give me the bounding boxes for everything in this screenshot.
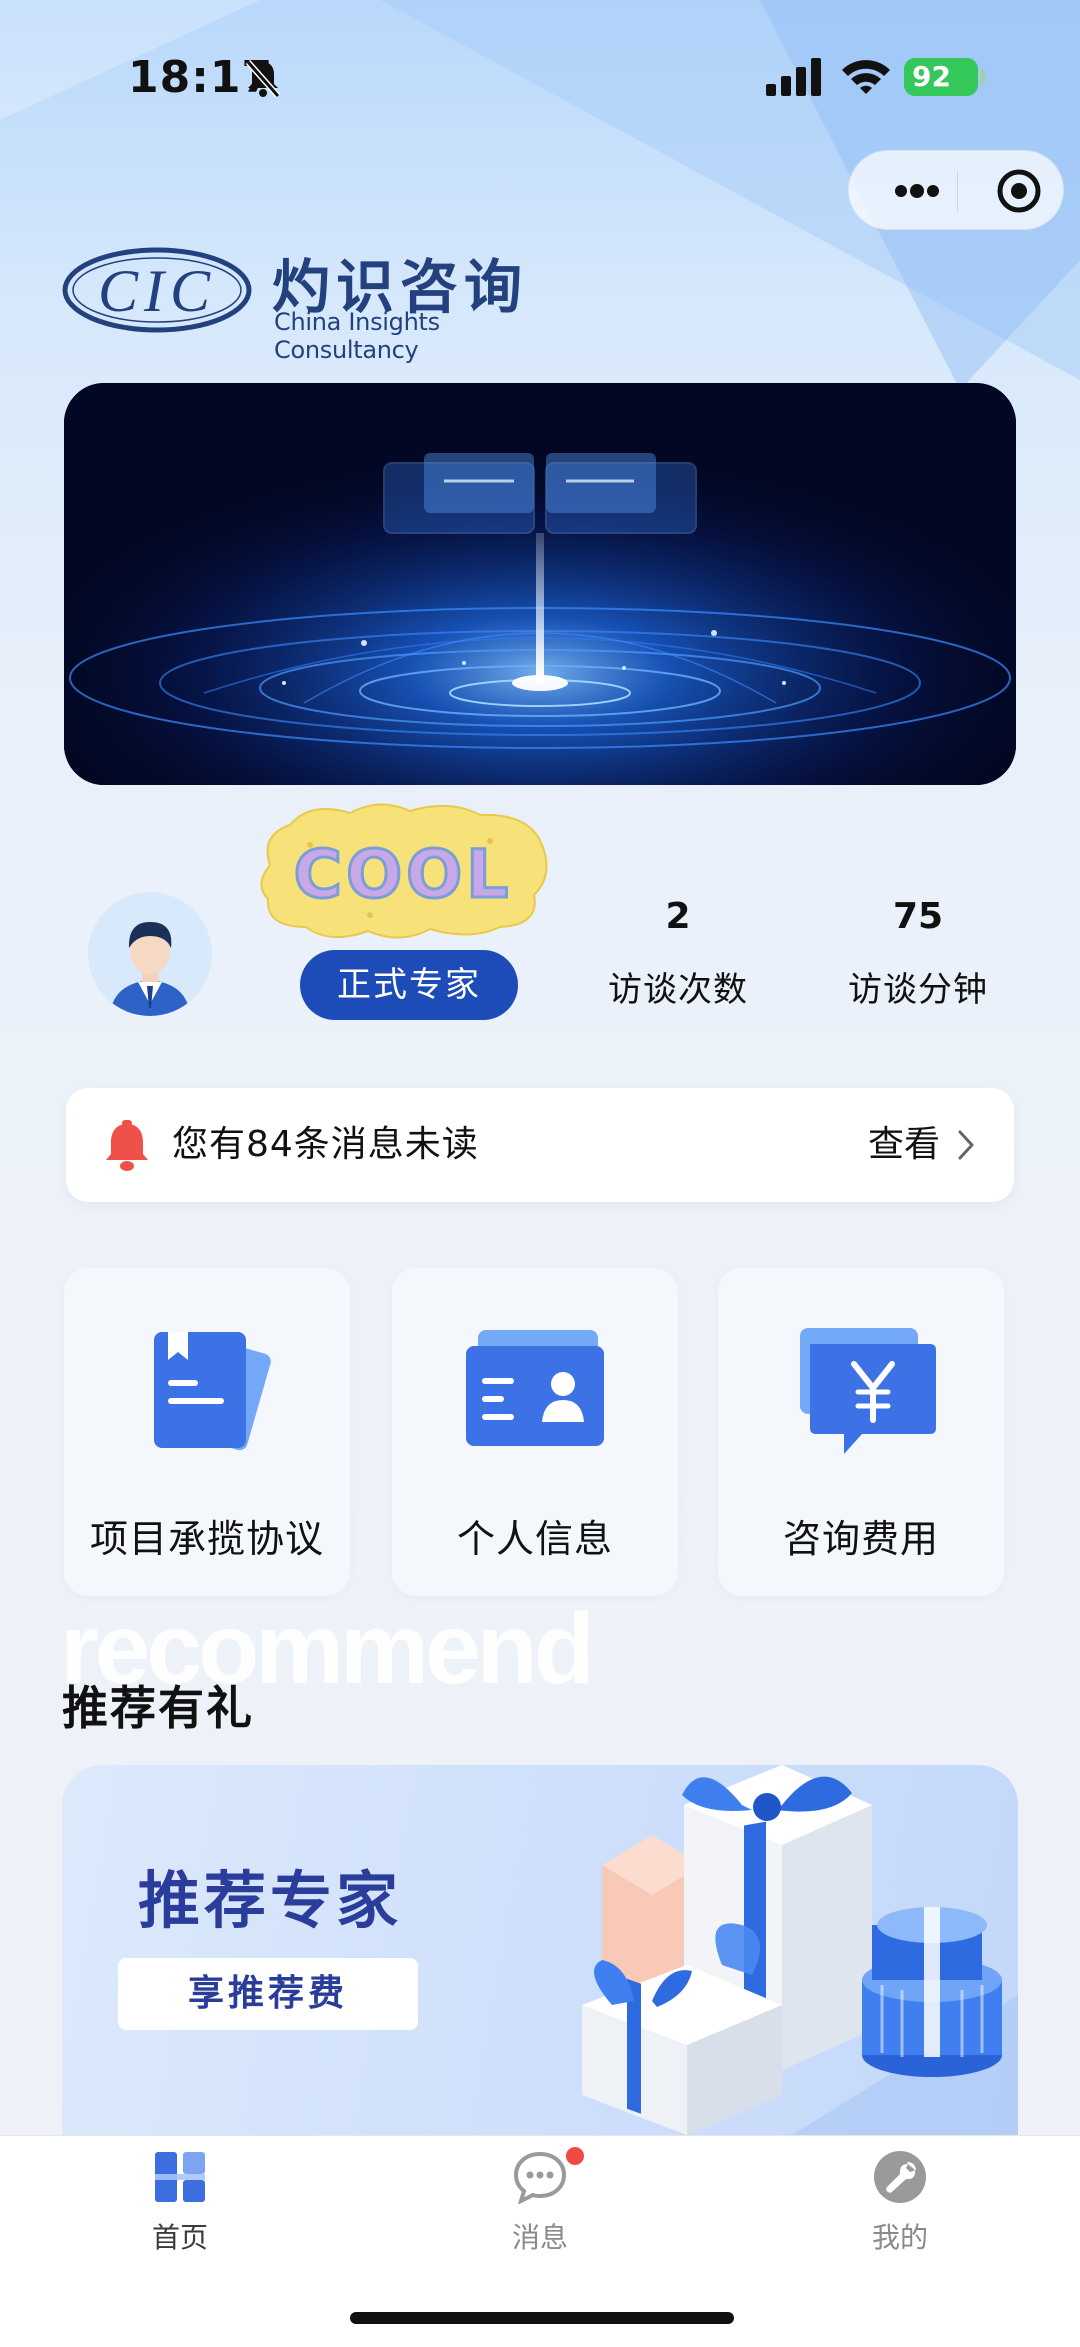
gift-boxes-illustration — [582, 1765, 1018, 2135]
more-options-icon[interactable] — [877, 151, 957, 231]
interview-minutes-value: 75 — [892, 896, 944, 937]
tab-messages[interactable]: 消息 — [440, 2136, 640, 2266]
home-indicator[interactable] — [350, 2312, 734, 2324]
company-logo: CIC 灼识咨询 China Insights Consultancy — [62, 232, 542, 364]
tab-messages-label: 消息 — [511, 2221, 568, 2254]
promo-title: 推荐专家 — [138, 1864, 403, 1937]
miniprogram-capsule — [848, 150, 1064, 230]
unread-messages-bar[interactable]: 您有84条消息未读 查看 — [66, 1088, 1014, 1202]
battery-tip — [980, 69, 985, 84]
chat-bubble-icon — [513, 2151, 567, 2204]
capsule-divider — [957, 171, 958, 211]
interview-count-stat: 2 访谈次数 — [578, 892, 778, 1011]
status-bar: 18:17 92 — [0, 0, 1080, 150]
tile-consulting-fee[interactable]: 咨询费用 — [718, 1268, 1004, 1596]
cool-sticker-badge: COOL — [260, 803, 548, 939]
fee-icon — [800, 1328, 936, 1454]
view-messages-link[interactable]: 查看 — [868, 1088, 940, 1202]
close-miniprogram-icon[interactable] — [979, 151, 1059, 231]
silent-bell-icon — [245, 60, 281, 98]
unread-messages-text: 您有84条消息未读 — [172, 1124, 479, 1165]
bell-icon — [106, 1120, 148, 1171]
chevron-right-icon — [958, 1130, 974, 1160]
recommend-expert-banner[interactable]: 推荐专家 享推荐费 — [62, 1765, 1018, 2135]
interview-count-label: 访谈次数 — [608, 970, 748, 1010]
user-avatar[interactable] — [88, 892, 212, 1016]
tile-project-agreement-label: 项目承揽协议 — [89, 1517, 324, 1561]
recommend-section-title: 推荐有礼 — [62, 1681, 254, 1735]
battery-percent: 92 — [912, 60, 951, 93]
expert-status-tag: 正式专家 — [300, 950, 518, 1020]
id-card-icon — [466, 1330, 604, 1446]
agreement-icon — [154, 1332, 271, 1451]
avatar-person-icon — [88, 892, 212, 1016]
battery-level: 92 — [904, 58, 978, 96]
cellular-signal-icon — [766, 58, 821, 96]
interview-minutes-label: 访谈分钟 — [848, 970, 988, 1010]
tab-mine-label: 我的 — [871, 2221, 928, 2254]
hero-banner[interactable] — [64, 383, 1016, 785]
tile-consulting-fee-label: 咨询费用 — [782, 1517, 939, 1561]
logo-name-en: China Insights Consultancy — [274, 308, 440, 364]
logo-mark-text: CIC — [98, 258, 216, 324]
wifi-icon — [842, 60, 890, 94]
banner-tech-graphic — [64, 383, 1016, 785]
home-grid-icon — [155, 2152, 205, 2202]
tab-home-label: 首页 — [151, 2221, 208, 2254]
referral-fee-button[interactable]: 享推荐费 — [118, 1958, 418, 2030]
messages-unread-dot — [566, 2147, 584, 2165]
tab-mine[interactable]: 我的 — [800, 2136, 1000, 2266]
wrench-icon — [874, 2151, 926, 2203]
tile-personal-info-label: 个人信息 — [456, 1517, 613, 1561]
tile-project-agreement[interactable]: 项目承揽协议 — [64, 1268, 350, 1596]
cool-badge-text: COOL — [294, 836, 513, 913]
cic-logo-mark: CIC — [62, 247, 252, 333]
tile-personal-info[interactable]: 个人信息 — [392, 1268, 678, 1596]
interview-count-value: 2 — [665, 896, 691, 937]
tab-home[interactable]: 首页 — [80, 2136, 280, 2266]
interview-minutes-stat: 75 访谈分钟 — [818, 892, 1018, 1011]
